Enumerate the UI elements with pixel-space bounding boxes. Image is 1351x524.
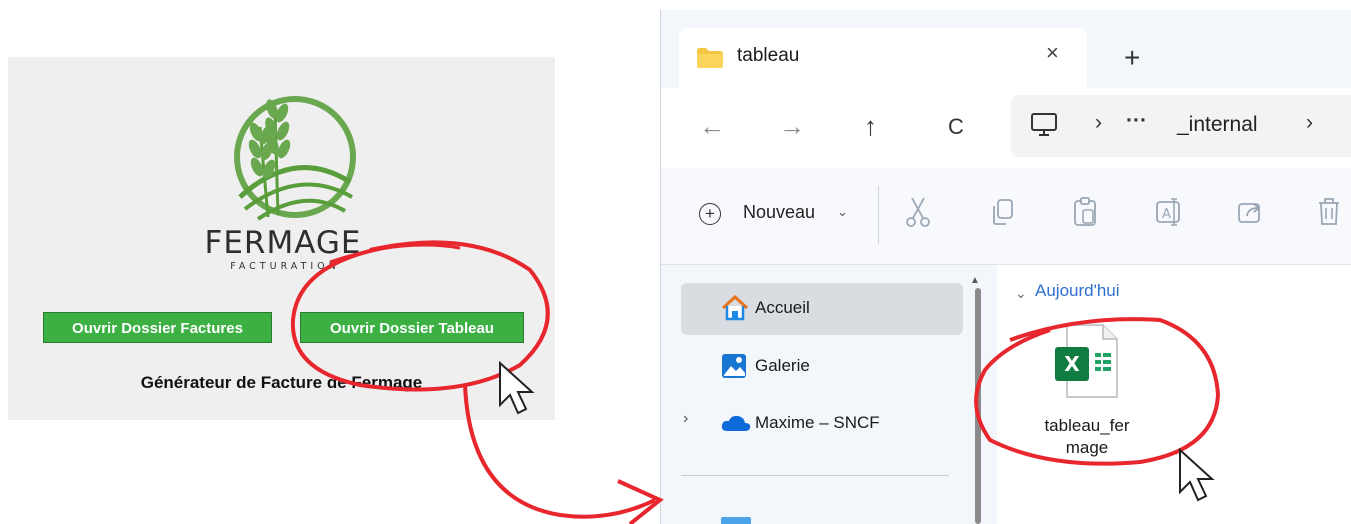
sidebar-item-onedrive[interactable]: Maxime – SNCF — [681, 398, 963, 450]
new-button-label: Nouveau — [743, 202, 816, 222]
close-tab-icon[interactable]: × — [1046, 40, 1059, 66]
toolbar-divider — [878, 186, 879, 244]
file-name-label: tableau_fer mage — [1027, 415, 1147, 459]
navigation-bar: ← → ↑ C › ··· _internal › — [661, 88, 1351, 168]
file-name-line2: mage — [1065, 438, 1109, 457]
chevron-down-icon[interactable]: ⌄ — [1015, 285, 1027, 302]
sidebar-item-label: Accueil — [755, 298, 810, 317]
home-icon — [721, 295, 749, 321]
excel-letter: X — [1064, 352, 1080, 376]
copy-icon[interactable] — [989, 196, 1017, 228]
file-list-pane: ⌄ Aujourd'hui X tableau_fer mage — [997, 265, 1351, 524]
open-table-folder-button[interactable]: Ouvrir Dossier Tableau — [300, 312, 524, 343]
fermage-app-window: FERMAGE FACTURATION Ouvrir Dossier Factu… — [8, 57, 555, 420]
excel-file-icon: X — [1055, 324, 1118, 398]
group-header-today[interactable]: Aujourd'hui — [1035, 281, 1120, 301]
this-pc-icon — [1031, 113, 1057, 136]
sidebar-item-label: Maxime – SNCF — [755, 413, 880, 432]
navigation-pane: Accueil Galerie Maxime – SNCF › — [661, 265, 981, 524]
plus-circle-icon: + — [699, 203, 721, 225]
sidebar-item-galerie[interactable]: Galerie — [681, 341, 963, 393]
scroll-up-arrow-icon[interactable]: ▲ — [970, 275, 980, 286]
wheat-logo-icon — [234, 96, 356, 221]
file-explorer-window: tableau × + ← → ↑ C › ··· _internal › + … — [660, 10, 1351, 524]
rename-icon[interactable]: A — [1154, 196, 1184, 228]
breadcrumb-separator: › — [1306, 111, 1313, 134]
onedrive-cloud-icon — [721, 415, 751, 431]
forward-arrow-icon[interactable]: → — [779, 111, 805, 142]
share-icon[interactable] — [1236, 196, 1266, 228]
folder-icon — [697, 48, 723, 68]
breadcrumb-internal[interactable]: _internal — [1177, 113, 1258, 137]
back-arrow-icon[interactable]: ← — [699, 111, 725, 142]
file-name-line1: tableau_fer — [1044, 416, 1130, 435]
open-invoices-folder-button[interactable]: Ouvrir Dossier Factures — [43, 312, 272, 343]
up-arrow-icon[interactable]: ↑ — [864, 111, 877, 142]
refresh-icon[interactable]: C — [948, 114, 964, 140]
red-arrow-head-icon — [617, 479, 664, 524]
tab-tableau[interactable]: tableau × — [679, 28, 1087, 88]
new-tab-icon[interactable]: + — [1124, 42, 1140, 74]
sidebar-item-accueil[interactable]: Accueil — [681, 283, 963, 335]
delete-icon[interactable] — [1315, 196, 1343, 228]
sidebar-divider — [681, 475, 949, 476]
gallery-icon — [722, 354, 746, 378]
command-bar: + Nouveau ⌄ A — [661, 168, 1351, 265]
chevron-down-icon: ⌄ — [837, 204, 848, 219]
sidebar-item-label: Galerie — [755, 356, 810, 375]
paste-icon[interactable] — [1071, 196, 1099, 228]
breadcrumb-overflow-button[interactable]: ··· — [1126, 109, 1147, 133]
brand-subtitle: FACTURATION — [230, 261, 340, 272]
address-bar[interactable]: › ··· _internal › — [1011, 95, 1351, 157]
sidebar-scrollbar[interactable] — [975, 288, 981, 524]
desktop-folder-icon — [721, 517, 751, 524]
breadcrumb-separator: › — [1095, 111, 1102, 134]
brand-title: FERMAGE — [204, 225, 362, 261]
tab-title: tableau — [737, 45, 800, 66]
app-footer-title: Générateur de Facture de Fermage — [140, 373, 423, 392]
cut-icon[interactable] — [904, 196, 932, 228]
svg-text:A: A — [1162, 207, 1171, 222]
expand-chevron-icon[interactable]: › — [683, 410, 688, 428]
